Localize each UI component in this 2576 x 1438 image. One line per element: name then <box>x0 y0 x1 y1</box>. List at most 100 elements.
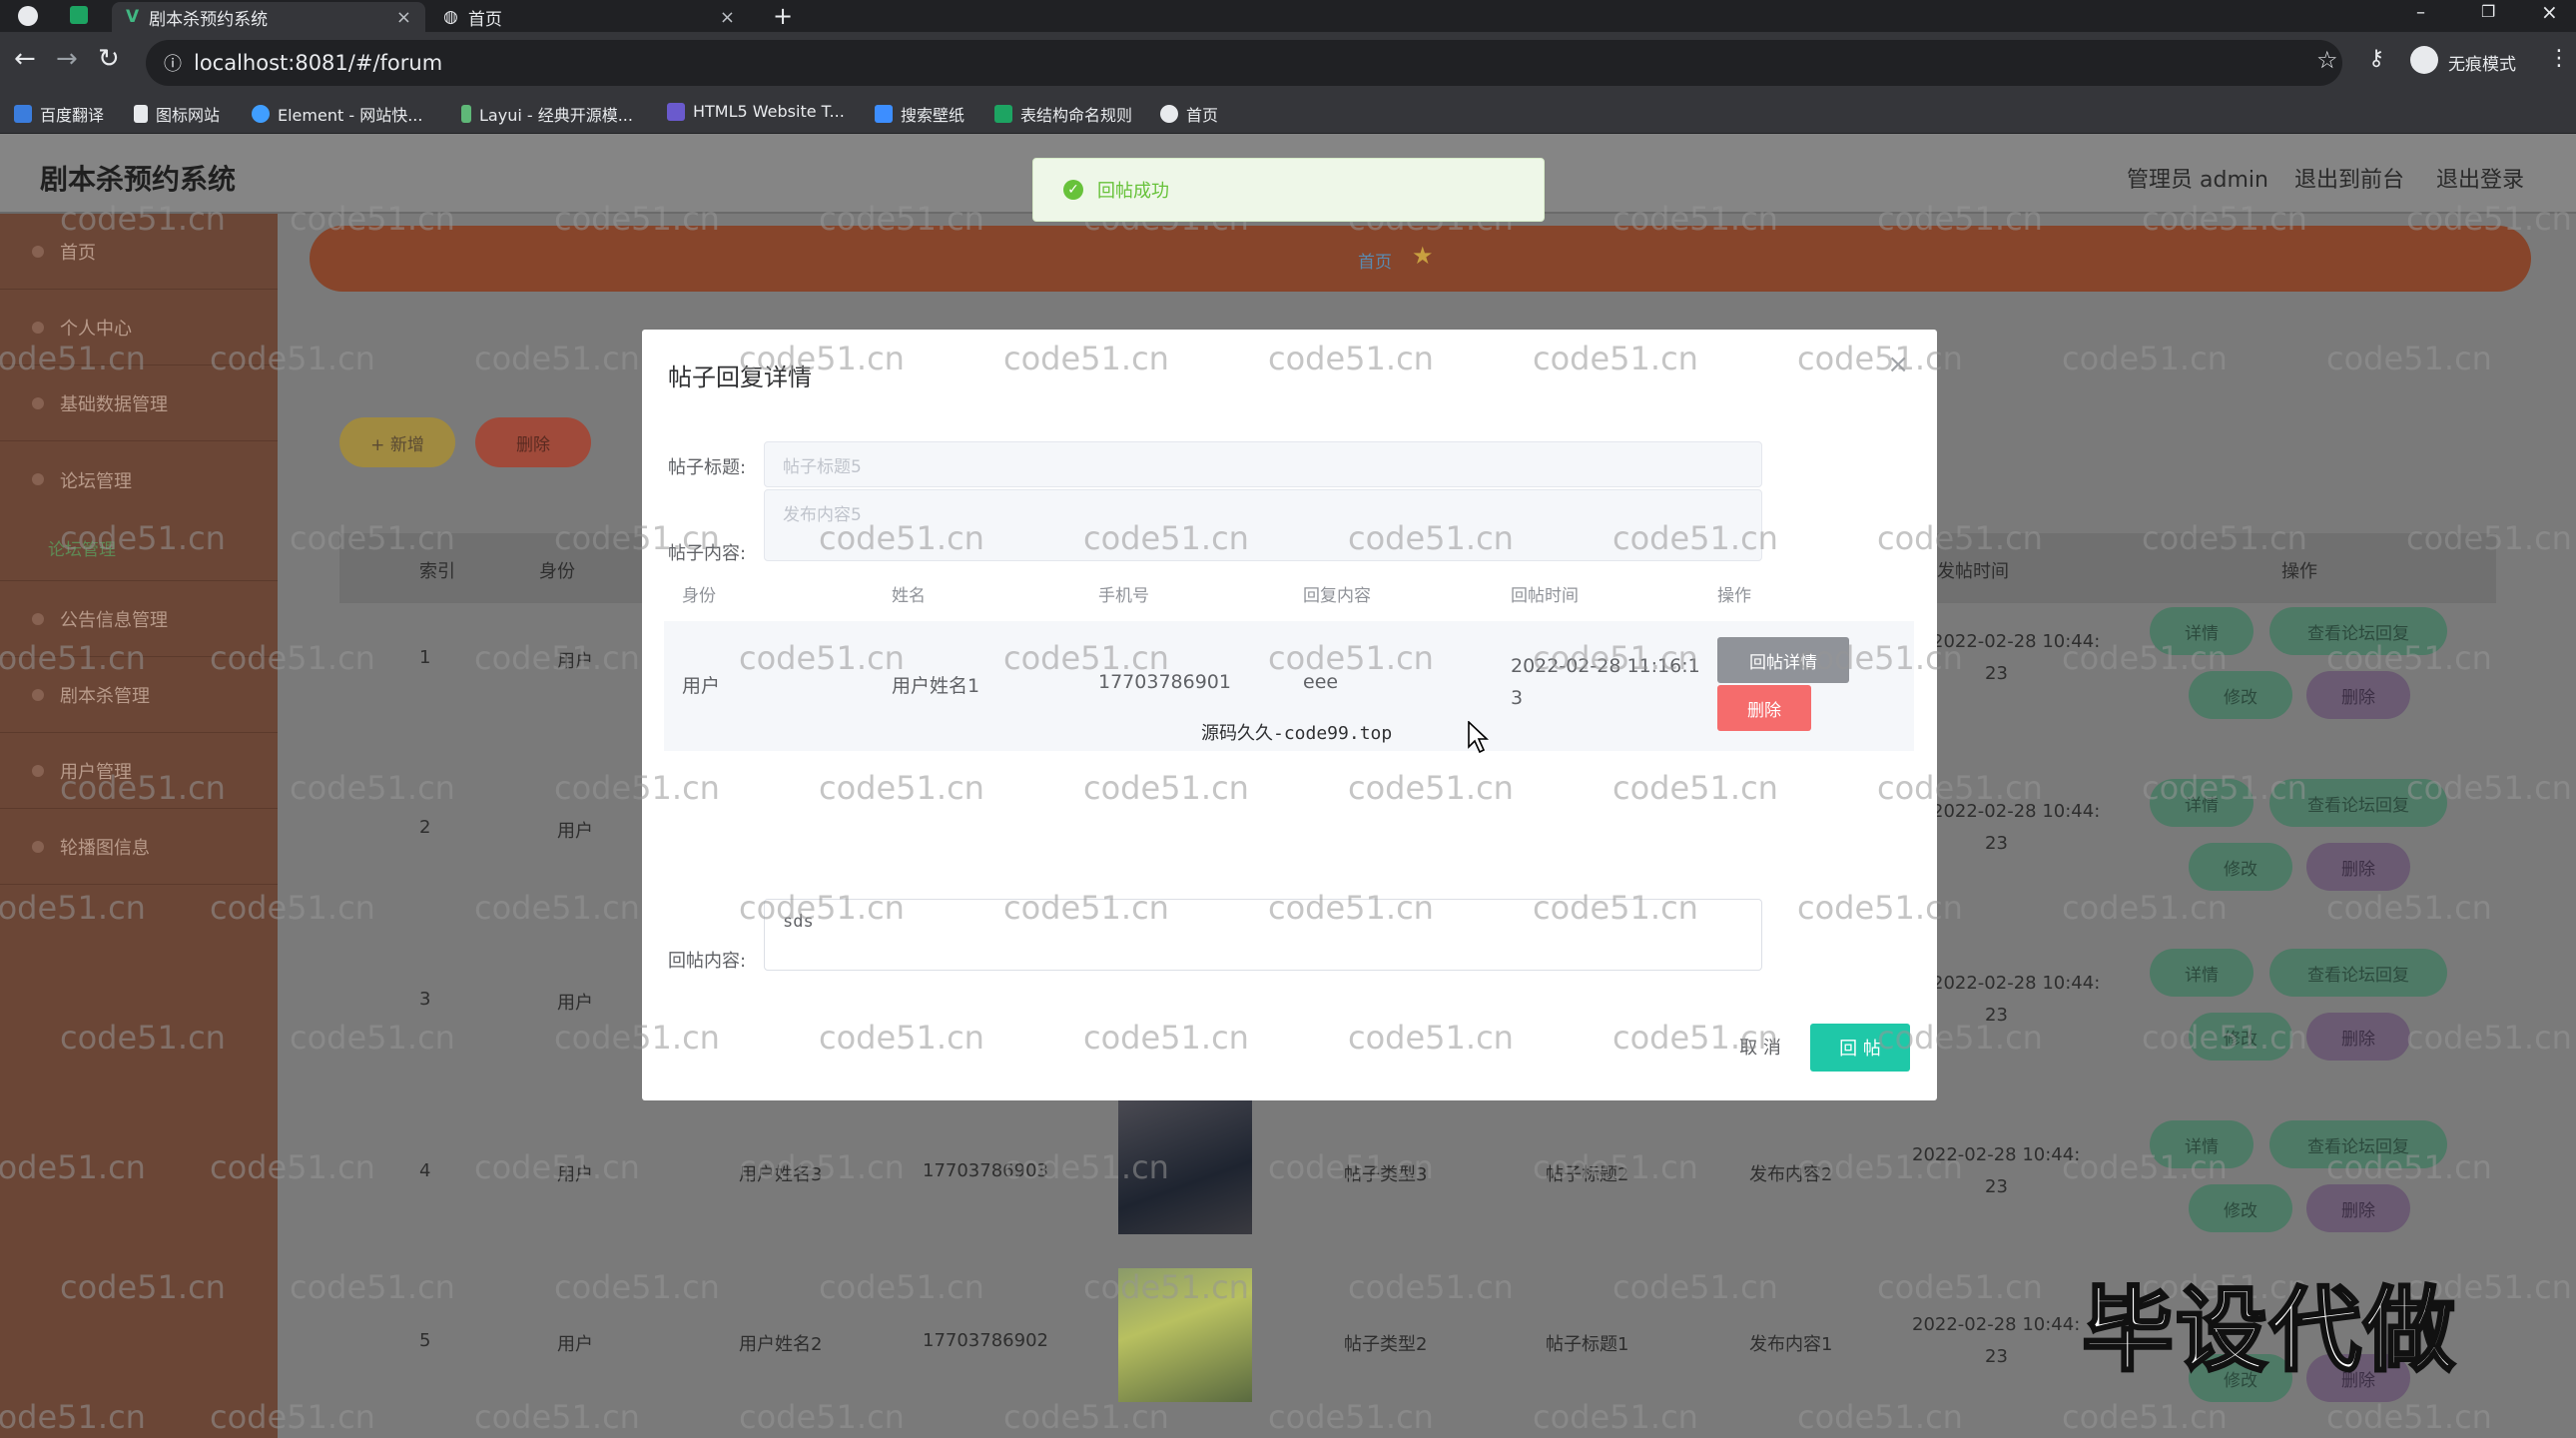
row-index: 5 <box>419 1330 431 1351</box>
edit-button[interactable]: 修改 <box>2189 1184 2292 1232</box>
tab-active[interactable]: V 剧本杀预约系统 × <box>112 2 425 32</box>
reply-time: 2022-02-28 11:16:1 <box>1511 655 1700 677</box>
bookmark-item[interactable]: 搜索壁纸 <box>875 102 965 126</box>
post-title-input[interactable]: 帖子标题5 <box>764 441 1762 487</box>
row-time-seconds: 23 <box>1985 663 2008 684</box>
browser-logo-icon <box>18 6 38 26</box>
reply-content-textarea[interactable]: sds <box>764 899 1762 971</box>
sidebar-item-home[interactable]: 首页 <box>0 214 278 290</box>
edit-button[interactable]: 修改 <box>2189 671 2292 719</box>
row-time: 2022-02-28 10:44: <box>1932 801 2101 822</box>
delete-button[interactable]: 删除 <box>2306 843 2410 891</box>
sidebar-item-basic-data[interactable]: 基础数据管理 <box>0 365 278 441</box>
menu-icon <box>32 840 44 853</box>
row-index: 3 <box>419 989 431 1010</box>
bookmark-item[interactable]: 表结构命名规则 <box>994 102 1132 126</box>
close-window-button[interactable]: × <box>2541 0 2558 24</box>
row-content: 发布内容2 <box>1749 1164 1833 1185</box>
reply-role: 用户 <box>682 675 721 697</box>
edit-button[interactable]: 修改 <box>2189 1013 2292 1061</box>
url-field[interactable]: ⓘ localhost:8081/#/forum <box>146 40 2342 86</box>
close-icon[interactable]: × <box>1887 350 1909 379</box>
bookmark-item[interactable]: Element - 网站快... <box>252 102 422 126</box>
bookmark-item[interactable]: Layui - 经典开源模... <box>461 102 633 126</box>
address-bar-row: ← → ↻ ⓘ localhost:8081/#/forum ☆ ⚷ 无痕模式 … <box>0 32 2576 94</box>
bookmarks-bar: 百度翻译 图标网站 Element - 网站快... Layui - 经典开源模… <box>0 94 2576 134</box>
profile-label[interactable]: 无痕模式 <box>2448 50 2516 75</box>
col-time: 发帖时间 <box>1937 561 2009 582</box>
col-index: 索引 <box>419 561 455 582</box>
menu-icon <box>32 612 44 625</box>
sidebar-item-users[interactable]: 用户管理 <box>0 733 278 809</box>
menu-icon <box>32 245 44 258</box>
reply-phone: 17703786901 <box>1098 671 1231 693</box>
sidebar-item-profile[interactable]: 个人中心 <box>0 290 278 365</box>
row-role: 用户 <box>557 821 593 842</box>
tab-home[interactable]: ◍ 首页 × <box>429 2 749 32</box>
row-time-seconds: 23 <box>1985 1176 2008 1197</box>
submit-reply-button[interactable]: 回 帖 <box>1810 1024 1910 1072</box>
reply-col-name: 姓名 <box>892 586 926 606</box>
sidebar-subitem-forum[interactable]: 论坛管理 <box>48 535 116 560</box>
post-content-input[interactable]: 发布内容5 <box>764 489 1762 561</box>
breadcrumb-home[interactable]: 首页 <box>1358 248 1392 273</box>
back-to-front-link[interactable]: 退出到前台 <box>2294 162 2404 194</box>
row-image <box>1118 1268 1252 1402</box>
reply-col-phone: 手机号 <box>1098 586 1149 606</box>
view-replies-button[interactable]: 查看论坛回复 <box>2269 607 2447 655</box>
row-time-seconds: 23 <box>1985 1346 2008 1367</box>
sidebar-item-carousel[interactable]: 轮播图信息 <box>0 809 278 885</box>
close-icon[interactable]: × <box>720 7 735 28</box>
delete-button[interactable]: 删除 <box>2306 671 2410 719</box>
view-replies-button[interactable]: 查看论坛回复 <box>2269 1120 2447 1168</box>
reply-time-seconds: 3 <box>1511 687 1524 709</box>
edit-button[interactable]: 修改 <box>2189 843 2292 891</box>
view-replies-button[interactable]: 查看论坛回复 <box>2269 949 2447 997</box>
reply-col-content: 回复内容 <box>1303 586 1371 606</box>
star-icon[interactable]: ☆ <box>2316 46 2338 74</box>
close-icon[interactable]: × <box>396 7 411 28</box>
info-icon: ⓘ <box>164 54 182 75</box>
reload-icon[interactable]: ↻ <box>98 44 120 74</box>
row-type: 帖子类型3 <box>1344 1164 1428 1185</box>
reply-delete-button[interactable]: 删除 <box>1717 685 1811 731</box>
detail-button[interactable]: 详情 <box>2150 607 2254 655</box>
sidebar-item-notice[interactable]: 公告信息管理 <box>0 581 278 657</box>
layui-icon <box>461 105 471 123</box>
row-title: 帖子标题2 <box>1546 1164 1629 1185</box>
col-role: 身份 <box>539 561 575 582</box>
bookmark-item[interactable]: 图标网站 <box>134 102 220 126</box>
sidebar-item-script[interactable]: 剧本杀管理 <box>0 657 278 733</box>
new-tab-button[interactable]: + <box>773 2 793 30</box>
reply-detail-button[interactable]: 回帖详情 <box>1717 637 1849 683</box>
post-title-label: 帖子标题: <box>668 457 747 478</box>
bookmark-item[interactable]: 首页 <box>1160 102 1218 126</box>
back-icon[interactable]: ← <box>14 44 36 74</box>
menu-icon[interactable]: ⋮ <box>2548 46 2570 71</box>
detail-button[interactable]: 详情 <box>2150 949 2254 997</box>
bookmark-item[interactable]: HTML5 Website T... <box>667 102 845 121</box>
app-tab-icon[interactable] <box>70 6 88 24</box>
cancel-button[interactable]: 取 消 <box>1724 1024 1796 1070</box>
minimize-button[interactable]: – <box>2416 2 2425 23</box>
logout-link[interactable]: 退出登录 <box>2436 162 2524 194</box>
restore-button[interactable]: ❐ <box>2481 2 2495 21</box>
view-replies-button[interactable]: 查看论坛回复 <box>2269 779 2447 827</box>
element-icon <box>252 105 270 123</box>
delete-button[interactable]: 删除 <box>2306 1013 2410 1061</box>
row-time: 2022-02-28 10:44: <box>1932 973 2101 994</box>
sidebar-item-forum[interactable]: 论坛管理 论坛管理 <box>0 441 278 581</box>
forward-icon[interactable]: → <box>56 44 78 74</box>
add-button[interactable]: + 新增 <box>339 417 455 467</box>
detail-button[interactable]: 详情 <box>2150 779 2254 827</box>
bookmark-item[interactable]: 百度翻译 <box>14 102 104 126</box>
row-role: 用户 <box>557 1334 593 1355</box>
incognito-icon[interactable] <box>2410 46 2438 74</box>
reply-col-role: 身份 <box>682 586 716 606</box>
row-index: 1 <box>419 647 431 668</box>
detail-button[interactable]: 详情 <box>2150 1120 2254 1168</box>
success-toast: ✓ 回帖成功 <box>1032 158 1545 222</box>
key-icon[interactable]: ⚷ <box>2368 46 2384 71</box>
bulk-delete-button[interactable]: 删除 <box>475 417 591 467</box>
delete-button[interactable]: 删除 <box>2306 1184 2410 1232</box>
